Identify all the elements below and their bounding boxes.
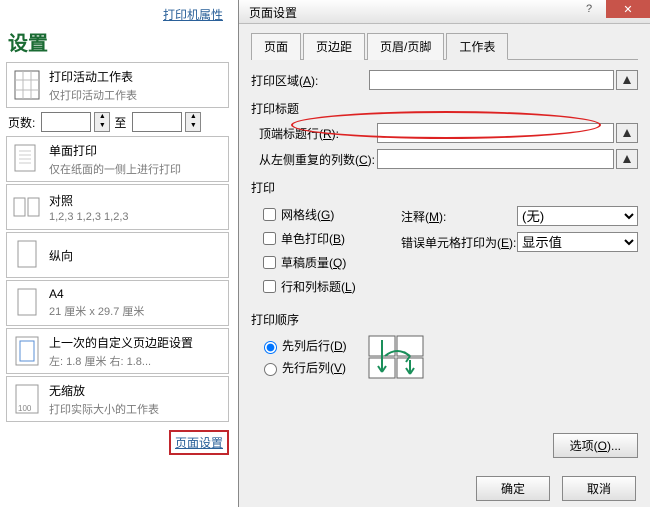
scaling-sub: 打印实际大小的工作表 bbox=[49, 401, 159, 417]
pages-label: 页数: bbox=[8, 114, 35, 131]
scaling-icon: 100 bbox=[13, 382, 41, 416]
print-what-sub: 仅打印活动工作表 bbox=[49, 87, 137, 103]
close-button[interactable]: ✕ bbox=[606, 0, 650, 18]
collate-title: 对照 bbox=[49, 192, 129, 209]
dialog-title: 页面设置 bbox=[249, 6, 297, 20]
top-title-row-label: 顶端标题行(R): bbox=[259, 125, 377, 142]
tab-header-footer[interactable]: 页眉/页脚 bbox=[367, 33, 444, 60]
margins-dropdown[interactable]: 上一次的自定义页边距设置 左: 1.8 厘米 右: 1.8... bbox=[6, 328, 229, 374]
gridlines-checkbox[interactable] bbox=[263, 208, 276, 221]
tab-page[interactable]: 页面 bbox=[251, 33, 301, 60]
tab-sheet[interactable]: 工作表 bbox=[446, 33, 508, 60]
order-over-radio[interactable] bbox=[264, 363, 277, 376]
print-area-input[interactable] bbox=[369, 70, 614, 90]
rowcol-checkbox[interactable] bbox=[263, 280, 276, 293]
orientation-dropdown[interactable]: 纵向 bbox=[6, 232, 229, 278]
order-over-label: 先行后列(V) bbox=[282, 359, 346, 376]
pages-from-spinner[interactable]: ▲▼ bbox=[94, 112, 110, 132]
gridlines-label: 网格线(G) bbox=[281, 206, 334, 223]
left-repeat-cols-pick-button[interactable] bbox=[616, 149, 638, 169]
top-title-row-input[interactable] bbox=[377, 123, 614, 143]
collate-sub: 1,2,3 1,2,3 1,2,3 bbox=[49, 211, 129, 223]
orientation-title: 纵向 bbox=[49, 247, 73, 264]
orientation-icon bbox=[13, 238, 41, 272]
printer-properties-link[interactable]: 打印机属性 bbox=[163, 8, 223, 22]
print-titles-label: 打印标题 bbox=[251, 100, 638, 117]
print-what-icon bbox=[13, 68, 41, 102]
paper-title: A4 bbox=[49, 287, 144, 301]
duplex-icon bbox=[13, 142, 41, 176]
paper-sub: 21 厘米 x 29.7 厘米 bbox=[49, 303, 144, 319]
notes-label: 注释(M): bbox=[401, 208, 517, 225]
order-preview-icon bbox=[367, 334, 429, 380]
collate-icon bbox=[13, 190, 41, 224]
order-group-label: 打印顺序 bbox=[251, 311, 638, 328]
paper-icon bbox=[13, 286, 41, 320]
pages-to-input[interactable] bbox=[132, 112, 182, 132]
mono-label: 单色打印(B) bbox=[281, 230, 345, 247]
draft-checkbox[interactable] bbox=[263, 256, 276, 269]
top-title-row-pick-button[interactable] bbox=[616, 123, 638, 143]
tab-margins[interactable]: 页边距 bbox=[303, 33, 365, 60]
help-button[interactable]: ? bbox=[572, 0, 606, 18]
margins-sub: 左: 1.8 厘米 右: 1.8... bbox=[49, 353, 193, 369]
duplex-title: 单面打印 bbox=[49, 142, 181, 159]
draft-label: 草稿质量(Q) bbox=[281, 254, 346, 271]
paper-size-dropdown[interactable]: A4 21 厘米 x 29.7 厘米 bbox=[6, 280, 229, 326]
print-group-label: 打印 bbox=[251, 179, 638, 196]
scaling-title: 无缩放 bbox=[49, 382, 159, 399]
duplex-sub: 仅在纸面的一侧上进行打印 bbox=[49, 161, 181, 177]
pages-to-label: 至 bbox=[114, 114, 126, 131]
page-setup-link[interactable]: 页面设置 bbox=[175, 436, 223, 450]
page-setup-dialog: 页面设置 ? ✕ 页面 页边距 页眉/页脚 工作表 打印区域(A): 打印标题 … bbox=[238, 0, 650, 507]
cancel-button[interactable]: 取消 bbox=[562, 476, 636, 501]
duplex-dropdown[interactable]: 单面打印 仅在纸面的一侧上进行打印 bbox=[6, 136, 229, 182]
collate-dropdown[interactable]: 对照 1,2,3 1,2,3 1,2,3 bbox=[6, 184, 229, 230]
mono-checkbox[interactable] bbox=[263, 232, 276, 245]
options-button[interactable]: 选项(O)... bbox=[553, 433, 638, 458]
collapse-icon bbox=[621, 127, 633, 139]
order-down-radio[interactable] bbox=[264, 341, 277, 354]
print-what-dropdown[interactable]: 打印活动工作表 仅打印活动工作表 bbox=[6, 62, 229, 108]
left-repeat-cols-input[interactable] bbox=[377, 149, 614, 169]
print-what-title: 打印活动工作表 bbox=[49, 68, 137, 85]
left-repeat-cols-label: 从左侧重复的列数(C): bbox=[259, 151, 377, 168]
pages-to-spinner[interactable]: ▲▼ bbox=[185, 112, 201, 132]
collapse-icon bbox=[621, 74, 633, 86]
scaling-dropdown[interactable]: 100 无缩放 打印实际大小的工作表 bbox=[6, 376, 229, 422]
order-down-label: 先列后行(D) bbox=[282, 337, 347, 354]
pages-from-input[interactable] bbox=[41, 112, 91, 132]
print-area-pick-button[interactable] bbox=[616, 70, 638, 90]
collapse-icon bbox=[621, 153, 633, 165]
notes-select[interactable]: (无) bbox=[517, 206, 638, 226]
svg-text:100: 100 bbox=[18, 404, 32, 413]
margins-title: 上一次的自定义页边距设置 bbox=[49, 334, 193, 351]
settings-heading: 设置 bbox=[8, 27, 229, 56]
rowcol-label: 行和列标题(L) bbox=[281, 278, 356, 295]
margins-icon bbox=[13, 334, 41, 368]
errors-select[interactable]: 显示值 bbox=[517, 232, 638, 252]
ok-button[interactable]: 确定 bbox=[476, 476, 550, 501]
errors-label: 错误单元格打印为(E): bbox=[401, 234, 517, 251]
print-area-label: 打印区域(A): bbox=[251, 72, 369, 89]
